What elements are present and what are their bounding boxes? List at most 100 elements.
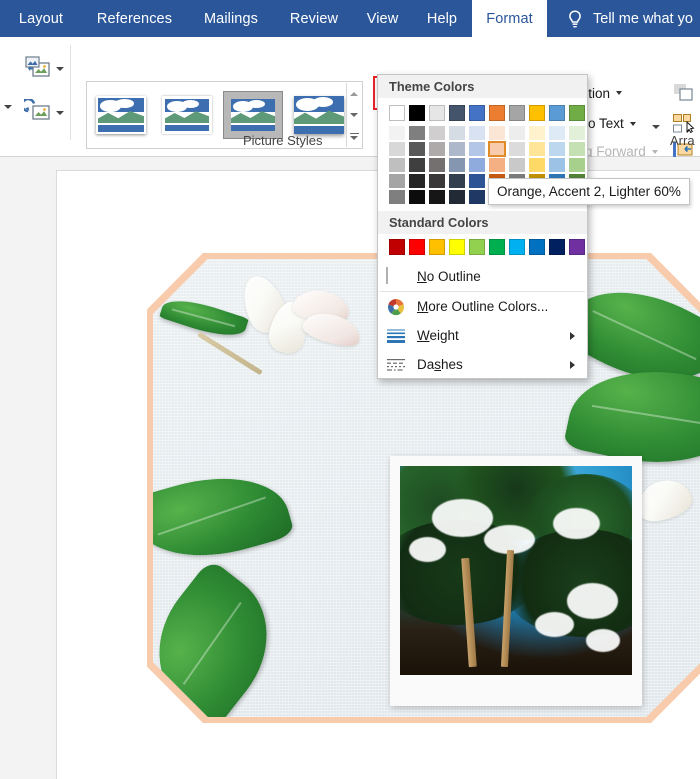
theme-swatch-black-text-1[interactable] [409, 105, 425, 121]
theme-variant-swatch[interactable] [549, 158, 565, 172]
theme-colors-row[interactable] [378, 99, 587, 123]
tab-format[interactable]: Format [472, 0, 547, 37]
menu-item-no-outline[interactable]: No Outline [378, 262, 587, 291]
theme-variant-swatch[interactable] [488, 141, 506, 157]
theme-swatch-gold-accent-4[interactable] [529, 105, 545, 121]
standard-swatch-light-blue[interactable] [509, 239, 525, 255]
standard-swatch-red[interactable] [409, 239, 425, 255]
standard-swatch-light-green[interactable] [469, 239, 485, 255]
theme-variant-swatch[interactable] [409, 126, 425, 140]
tab-references[interactable]: References [82, 0, 187, 37]
group-divider [70, 45, 71, 140]
tab-layout[interactable]: Layout [0, 0, 82, 37]
theme-variant-swatch[interactable] [449, 174, 465, 188]
theme-variant-swatch[interactable] [469, 158, 485, 172]
scroll-down-icon[interactable] [347, 104, 361, 125]
wrap-text-button[interactable]: o Text [588, 116, 636, 131]
more-styles-icon[interactable] [347, 126, 361, 147]
theme-swatch-gray-accent-3[interactable] [509, 105, 525, 121]
theme-variant-swatch[interactable] [389, 174, 405, 188]
standard-swatch-yellow[interactable] [449, 239, 465, 255]
theme-variant-swatch[interactable] [489, 158, 505, 172]
tab-help[interactable]: Help [412, 0, 472, 37]
picture-style-thumb[interactable] [289, 91, 349, 139]
chevron-down-icon[interactable] [652, 125, 660, 129]
chevron-down-icon[interactable] [651, 149, 658, 154]
theme-swatch-white-background-2-darker-5[interactable] [429, 105, 445, 121]
theme-variant-swatch[interactable] [469, 174, 485, 188]
change-picture-icon[interactable] [24, 55, 64, 86]
menu-item-more-outline-colors[interactable]: More Outline Colors... [378, 292, 587, 321]
theme-variant-swatch[interactable] [509, 126, 525, 140]
adjust-group-expand-icon[interactable] [4, 105, 12, 109]
theme-variant-swatch[interactable] [569, 126, 585, 140]
menu-item-label: No Outline [417, 269, 481, 284]
picture-styles-group-label: Picture Styles [243, 133, 323, 148]
theme-variant-swatch[interactable] [429, 174, 445, 188]
theme-swatch-orange-accent-2[interactable] [489, 105, 505, 121]
picture-style-thumb-selected[interactable] [223, 91, 283, 139]
menu-item-weight[interactable]: Weight [378, 321, 587, 350]
standard-swatch-dark-blue[interactable] [549, 239, 565, 255]
theme-variant-swatch[interactable] [569, 142, 585, 156]
tab-review[interactable]: Review [275, 0, 353, 37]
theme-variant-swatch[interactable] [449, 142, 465, 156]
standard-swatch-purple[interactable] [569, 239, 585, 255]
tell-me-search[interactable]: Tell me what yo [566, 0, 693, 37]
theme-variant-swatch[interactable] [449, 190, 465, 204]
theme-variant-swatch[interactable] [489, 126, 505, 140]
theme-swatch-white-background-1[interactable] [389, 105, 405, 121]
gallery-scrollbar[interactable] [346, 83, 361, 147]
theme-swatch-black-text-2[interactable] [449, 105, 465, 121]
reset-picture-icon[interactable] [21, 97, 64, 130]
theme-variant-swatch[interactable] [549, 126, 565, 140]
tab-view[interactable]: View [353, 0, 412, 37]
scroll-up-icon[interactable] [347, 83, 361, 104]
selection-pane-icon[interactable] [672, 83, 696, 108]
chevron-down-icon[interactable] [56, 67, 64, 71]
theme-variant-swatch[interactable] [569, 158, 585, 172]
theme-variant-swatch[interactable] [429, 158, 445, 172]
standard-swatch-green[interactable] [489, 239, 505, 255]
theme-variant-swatch[interactable] [449, 126, 465, 140]
theme-variant-swatch[interactable] [409, 158, 425, 172]
theme-variant-swatch[interactable] [469, 142, 485, 156]
theme-swatch-blue-accent-1[interactable] [469, 105, 485, 121]
theme-variant-swatch[interactable] [469, 126, 485, 140]
theme-variant-swatch[interactable] [509, 158, 525, 172]
theme-variant-swatch[interactable] [529, 126, 545, 140]
standard-swatch-dark-red[interactable] [389, 239, 405, 255]
picture-style-thumb[interactable] [157, 91, 217, 139]
theme-variant-swatch[interactable] [389, 142, 405, 156]
theme-variant-swatch[interactable] [469, 190, 485, 204]
standard-swatch-orange[interactable] [429, 239, 445, 255]
theme-variant-swatch[interactable] [529, 158, 545, 172]
theme-variant-swatch[interactable] [389, 126, 405, 140]
theme-variant-swatch[interactable] [389, 190, 405, 204]
theme-variant-swatch[interactable] [389, 158, 405, 172]
tab-mailings[interactable]: Mailings [187, 0, 275, 37]
chevron-down-icon[interactable] [629, 121, 636, 126]
theme-swatch-blue-accent-5[interactable] [549, 105, 565, 121]
theme-variant-swatch[interactable] [409, 142, 425, 156]
theme-variant-swatch[interactable] [509, 142, 525, 156]
theme-variant-swatch[interactable] [429, 142, 445, 156]
standard-colors-row[interactable] [378, 234, 587, 262]
menu-item-label: Weight [417, 328, 459, 343]
theme-variant-swatch[interactable] [429, 190, 445, 204]
theme-variant-swatch[interactable] [429, 126, 445, 140]
picture-style-thumb[interactable] [91, 91, 151, 139]
menu-item-dashes[interactable]: Dashes [378, 350, 587, 379]
theme-variant-swatch[interactable] [449, 158, 465, 172]
standard-swatch-blue[interactable] [529, 239, 545, 255]
theme-variant-swatch[interactable] [409, 190, 425, 204]
ribbon-tab-strip: Layout References Mailings Review View H… [0, 0, 700, 37]
chevron-down-icon[interactable] [616, 91, 623, 95]
theme-variant-swatch[interactable] [529, 142, 545, 156]
picture-border-dropdown[interactable]: Theme Colors Standard Colors No Outline [377, 74, 588, 379]
color-tooltip: Orange, Accent 2, Lighter 60% [488, 178, 690, 205]
theme-variant-swatch[interactable] [549, 142, 565, 156]
theme-variant-swatch[interactable] [409, 174, 425, 188]
chevron-down-icon[interactable] [56, 111, 64, 115]
theme-swatch-green-accent-6[interactable] [569, 105, 585, 121]
